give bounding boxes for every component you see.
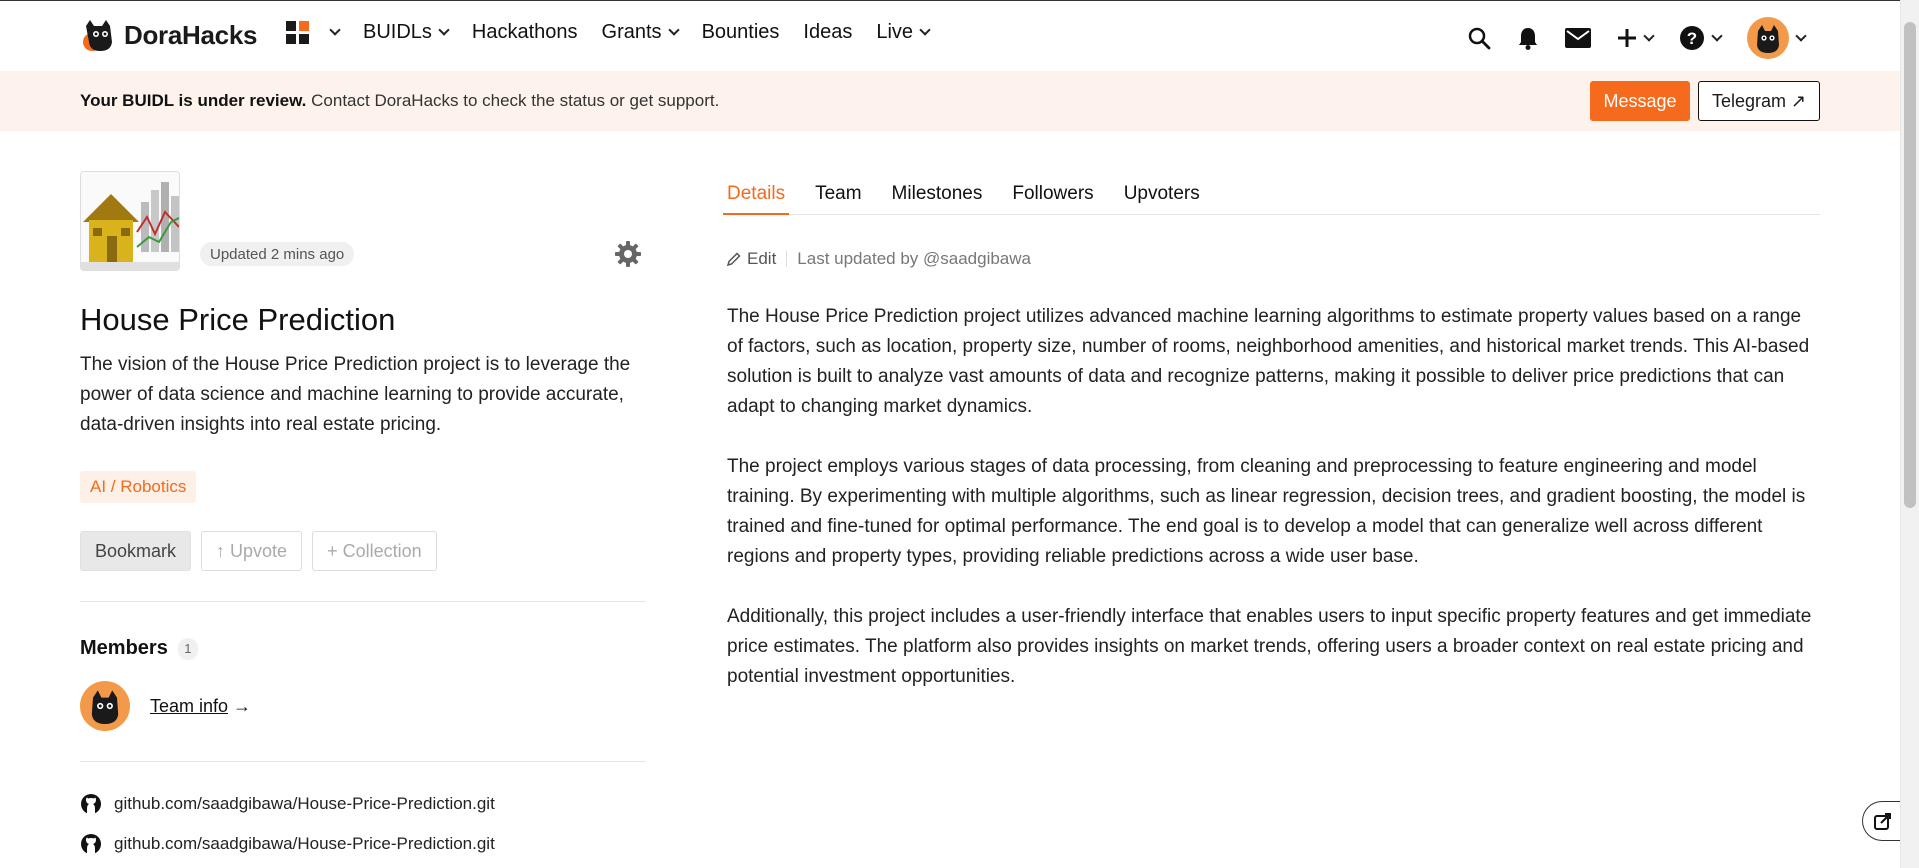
repo-url: github.com/saadgibawa/House-Price-Predic… bbox=[114, 794, 495, 813]
help-icon: ? bbox=[1680, 26, 1704, 50]
github-icon bbox=[81, 834, 101, 854]
share-button[interactable] bbox=[1862, 801, 1902, 841]
nav-live-label: Live bbox=[876, 21, 914, 43]
messages-button[interactable] bbox=[1565, 28, 1591, 48]
arrow-right-icon: → bbox=[228, 695, 252, 716]
category-tag[interactable]: AI / Robotics bbox=[80, 471, 197, 503]
member-row: Team info → bbox=[80, 681, 251, 731]
apps-menu[interactable] bbox=[286, 21, 341, 44]
nav-hackathons[interactable]: Hackathons bbox=[472, 21, 578, 44]
edit-row: Edit Last updated by @saadgibawa bbox=[727, 249, 1031, 269]
description-paragraph: The project employs various stages of da… bbox=[727, 456, 1806, 567]
apps-grid-icon bbox=[286, 21, 309, 44]
notifications-button[interactable] bbox=[1517, 26, 1539, 50]
bell-icon bbox=[1519, 28, 1537, 50]
tab-upvoters[interactable]: Upvoters bbox=[1124, 171, 1200, 215]
top-navbar: DoraHacks BUIDLs Hackathons Grants Bount… bbox=[0, 0, 1900, 70]
settings-button[interactable] bbox=[615, 241, 641, 272]
chevron-down-icon bbox=[329, 24, 341, 36]
share-icon bbox=[1874, 813, 1891, 830]
github-icon bbox=[81, 794, 101, 814]
project-vision: The vision of the House Price Prediction… bbox=[80, 354, 631, 435]
chevron-down-icon bbox=[1795, 29, 1807, 42]
telegram-button[interactable]: Telegram ↗ bbox=[1698, 81, 1820, 121]
chevron-down-icon bbox=[1643, 29, 1655, 42]
nav-grants-label: Grants bbox=[601, 21, 662, 43]
repo-link[interactable]: github.com/saadgibawa/House-Price-Predic… bbox=[80, 833, 495, 855]
member-avatar[interactable] bbox=[80, 681, 130, 731]
mascot-icon bbox=[1757, 25, 1779, 53]
edit-label: Edit bbox=[747, 249, 777, 268]
nav-ideas[interactable]: Ideas bbox=[803, 21, 852, 44]
separator bbox=[786, 251, 788, 267]
pencil-icon bbox=[727, 252, 741, 266]
team-info-link[interactable]: Team info → bbox=[150, 696, 251, 717]
message-button[interactable]: Message bbox=[1590, 81, 1690, 121]
search-icon bbox=[1468, 27, 1491, 50]
nav-grants[interactable]: Grants bbox=[601, 21, 680, 44]
search-button[interactable] bbox=[1467, 26, 1491, 50]
updated-badge: Updated 2 mins ago bbox=[200, 242, 355, 266]
plus-icon bbox=[1618, 29, 1636, 47]
chevron-down-icon bbox=[1711, 29, 1723, 42]
project-thumbnail bbox=[80, 171, 180, 271]
bookmark-button[interactable]: Bookmark bbox=[80, 531, 192, 571]
members-count-badge: 1 bbox=[177, 637, 198, 660]
banner-message: Your BUIDL is under review. Contact Dora… bbox=[80, 91, 719, 111]
add-collection-button[interactable]: + Collection bbox=[312, 531, 437, 571]
chevron-down-icon bbox=[667, 24, 680, 36]
nav-live[interactable]: Live bbox=[876, 21, 931, 44]
scrollbar-thumb[interactable] bbox=[1904, 22, 1916, 508]
chevron-down-icon bbox=[438, 24, 450, 36]
create-menu[interactable] bbox=[1617, 28, 1655, 48]
repo-link[interactable]: github.com/saadgibawa/House-Price-Predic… bbox=[80, 793, 495, 815]
avatar bbox=[1747, 17, 1789, 59]
members-header: Members 1 bbox=[80, 637, 198, 660]
house-chart-image bbox=[81, 172, 179, 270]
nav-buidls[interactable]: BUIDLs bbox=[363, 21, 450, 44]
divider bbox=[80, 601, 646, 602]
team-info-label: Team info bbox=[150, 695, 229, 716]
review-banner: Your BUIDL is under review. Contact Dora… bbox=[0, 71, 1900, 131]
gear-icon bbox=[615, 241, 641, 267]
user-menu[interactable] bbox=[1747, 17, 1807, 59]
project-actions: Bookmark ↑ Upvote + Collection bbox=[80, 531, 437, 571]
tab-details[interactable]: Details bbox=[723, 171, 790, 215]
nav-bounties[interactable]: Bounties bbox=[702, 21, 780, 44]
banner-bold: Your BUIDL is under review. bbox=[80, 91, 307, 110]
edit-button[interactable]: Edit bbox=[727, 249, 776, 269]
description-paragraph: The House Price Prediction project utili… bbox=[727, 306, 1810, 417]
nav-bounties-label: Bounties bbox=[701, 21, 780, 43]
members-label: Members bbox=[80, 637, 168, 659]
nav-hackathons-label: Hackathons bbox=[471, 21, 578, 43]
tab-followers[interactable]: Followers bbox=[1012, 171, 1093, 215]
help-menu[interactable]: ? bbox=[1679, 25, 1723, 51]
banner-detail: Contact DoraHacks to check the status or… bbox=[306, 91, 720, 110]
repo-url: github.com/saadgibawa/House-Price-Predic… bbox=[114, 834, 495, 853]
main-nav: BUIDLs Hackathons Grants Bounties Ideas … bbox=[286, 21, 953, 44]
last-updated-text: Last updated by @saadgibawa bbox=[797, 249, 1031, 268]
nav-buidls-label: BUIDLs bbox=[363, 21, 432, 43]
tab-team[interactable]: Team bbox=[815, 171, 861, 215]
header-tools: ? bbox=[1467, 17, 1807, 59]
nav-ideas-label: Ideas bbox=[803, 21, 853, 43]
brand-name: DoraHacks bbox=[124, 19, 258, 50]
mail-icon bbox=[1565, 28, 1591, 48]
description-paragraph: Additionally, this project includes a us… bbox=[727, 606, 1812, 687]
chevron-down-icon bbox=[919, 24, 931, 36]
page-scrollbar[interactable] bbox=[1900, 0, 1919, 868]
project-description: The House Price Prediction project utili… bbox=[727, 302, 1820, 722]
project-title: House Price Prediction bbox=[80, 302, 396, 337]
divider bbox=[80, 761, 646, 762]
upvote-button[interactable]: ↑ Upvote bbox=[201, 531, 303, 571]
dorahacks-logo[interactable]: DoraHacks bbox=[80, 18, 257, 52]
dorahacks-logo-icon bbox=[83, 20, 112, 51]
detail-tabs: Details Team Milestones Followers Upvote… bbox=[723, 171, 1820, 215]
svg-text:?: ? bbox=[1687, 29, 1697, 48]
tab-milestones[interactable]: Milestones bbox=[892, 171, 983, 215]
mascot-icon bbox=[91, 690, 119, 724]
